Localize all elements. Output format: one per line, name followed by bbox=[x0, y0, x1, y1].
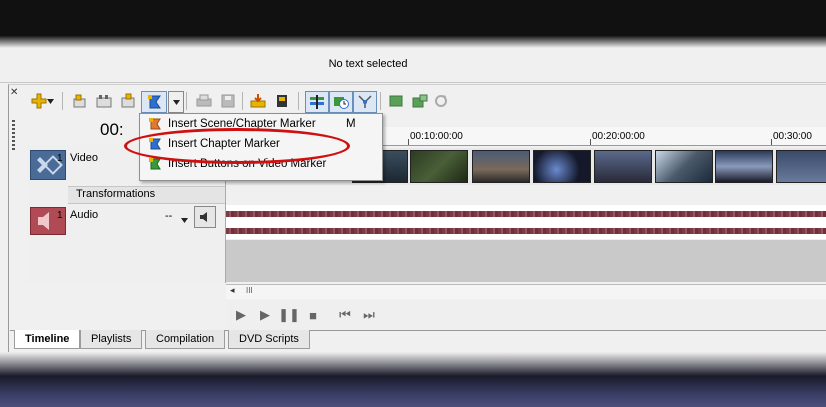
video-clip-frame[interactable] bbox=[533, 150, 591, 183]
video-track-number: 1 bbox=[57, 153, 63, 164]
ruler-tick bbox=[408, 139, 409, 145]
green-screen-icon bbox=[389, 95, 403, 107]
insert-title-button[interactable] bbox=[70, 91, 90, 111]
refresh-icon bbox=[435, 95, 447, 107]
ruler-label: 00:10:00:00 bbox=[410, 131, 463, 142]
pause-icon: ❚❚ bbox=[278, 307, 300, 322]
audio-waveform bbox=[226, 211, 826, 217]
speaker-icon bbox=[200, 212, 207, 222]
clock-view-button[interactable] bbox=[329, 91, 353, 113]
toolbar-separator bbox=[380, 92, 381, 110]
audio-waveform bbox=[226, 228, 826, 234]
status-text: No text selected bbox=[328, 58, 408, 70]
video-clip-frame[interactable] bbox=[655, 150, 713, 183]
window-top-region bbox=[0, 0, 826, 36]
previous-icon: ⏮ bbox=[339, 307, 351, 322]
insert-gallery-icon bbox=[96, 95, 112, 108]
green-screen-button[interactable] bbox=[386, 91, 406, 111]
window-top-gradient bbox=[0, 36, 826, 48]
stop-button[interactable]: ■ bbox=[304, 306, 322, 324]
ruler-label: 00:20:00:00 bbox=[592, 131, 645, 142]
video-clip-frame[interactable] bbox=[776, 150, 826, 183]
play-icon: ▶ bbox=[236, 307, 246, 322]
export-button[interactable] bbox=[272, 91, 292, 111]
menu-item-shortcut: M bbox=[346, 118, 356, 130]
horizontal-scrollbar[interactable] bbox=[226, 284, 826, 299]
play-icon: ▶ bbox=[260, 307, 270, 322]
import-icon bbox=[250, 94, 266, 108]
add-icon bbox=[31, 93, 46, 109]
insert-gallery-button[interactable] bbox=[94, 91, 114, 111]
save-icon bbox=[221, 94, 235, 108]
clock-view-icon bbox=[334, 97, 349, 109]
transformations-label: Transformations bbox=[76, 188, 156, 200]
previous-button[interactable]: ⏮ bbox=[336, 306, 354, 324]
audio-level-dropdown[interactable] bbox=[181, 214, 188, 226]
empty-track-area[interactable] bbox=[226, 240, 826, 282]
import-button[interactable] bbox=[248, 91, 268, 111]
tab-playlists[interactable]: Playlists bbox=[80, 330, 143, 349]
toolbar-separator bbox=[62, 92, 63, 110]
video-clip-frame[interactable] bbox=[472, 150, 530, 183]
audio-level-value: -- bbox=[165, 210, 173, 222]
tab-dvd-scripts[interactable]: DVD Scripts bbox=[228, 330, 310, 349]
video-clip-frame[interactable] bbox=[715, 150, 773, 183]
dropdown-arrow-icon bbox=[181, 218, 188, 223]
timeline-view-button[interactable] bbox=[305, 91, 329, 113]
ruler-label: 00:30:00 bbox=[773, 131, 812, 142]
overlay-icon bbox=[412, 94, 428, 108]
tab-timeline[interactable]: Timeline bbox=[14, 330, 81, 349]
toolbar-separator bbox=[298, 92, 299, 110]
insert-marker-icon bbox=[148, 95, 161, 109]
play-button[interactable]: ▶ bbox=[256, 306, 274, 324]
video-track-label: Video bbox=[70, 152, 98, 164]
insert-image-button[interactable] bbox=[118, 91, 138, 111]
pause-button[interactable]: ❚❚ bbox=[278, 306, 300, 324]
insert-marker-button[interactable] bbox=[141, 91, 167, 113]
save-button[interactable] bbox=[218, 91, 238, 111]
next-icon: ⏭ bbox=[363, 307, 375, 322]
dropdown-arrow-icon[interactable] bbox=[46, 98, 54, 104]
ruler-tick bbox=[590, 139, 591, 145]
refresh-button[interactable] bbox=[432, 91, 450, 111]
video-clip-frame[interactable] bbox=[594, 150, 652, 183]
toolbar-separator bbox=[186, 92, 187, 110]
next-button[interactable]: ⏭ bbox=[360, 306, 378, 324]
timecode-display: 00: bbox=[100, 120, 124, 139]
add-button[interactable] bbox=[28, 91, 56, 111]
insert-title-icon bbox=[73, 94, 86, 108]
video-clip-frame[interactable] bbox=[410, 150, 468, 183]
scroll-thumb-grip[interactable]: III bbox=[246, 286, 253, 295]
play-from-start-button[interactable]: ▶ bbox=[232, 306, 250, 324]
ruler-tick bbox=[771, 139, 772, 145]
desktop-background bbox=[0, 376, 826, 407]
dropdown-arrow-icon bbox=[172, 99, 180, 105]
audio-track-number: 1 bbox=[57, 210, 63, 221]
mute-button[interactable] bbox=[194, 206, 216, 228]
window-bottom-gradient bbox=[0, 352, 826, 376]
close-icon[interactable]: ✕ bbox=[10, 87, 18, 98]
tab-compilation[interactable]: Compilation bbox=[145, 330, 226, 349]
overlay-button[interactable] bbox=[410, 91, 430, 111]
snap-button[interactable] bbox=[353, 91, 377, 113]
audio-track-label: Audio bbox=[70, 209, 99, 221]
timeline-view-icon bbox=[310, 95, 324, 109]
print-icon bbox=[196, 94, 212, 107]
insert-marker-dropdown[interactable] bbox=[168, 91, 184, 113]
insert-image-icon bbox=[121, 93, 135, 108]
print-button[interactable] bbox=[194, 91, 214, 111]
export-icon bbox=[277, 95, 287, 107]
scroll-left-icon[interactable]: ◂ bbox=[230, 285, 235, 296]
highlight-annotation bbox=[124, 128, 350, 164]
toolbar-separator bbox=[242, 92, 243, 110]
stop-icon: ■ bbox=[309, 307, 317, 323]
panel-grip-handle[interactable] bbox=[12, 120, 15, 150]
snap-icon bbox=[358, 95, 372, 108]
scene-chapter-marker-icon bbox=[149, 118, 161, 130]
